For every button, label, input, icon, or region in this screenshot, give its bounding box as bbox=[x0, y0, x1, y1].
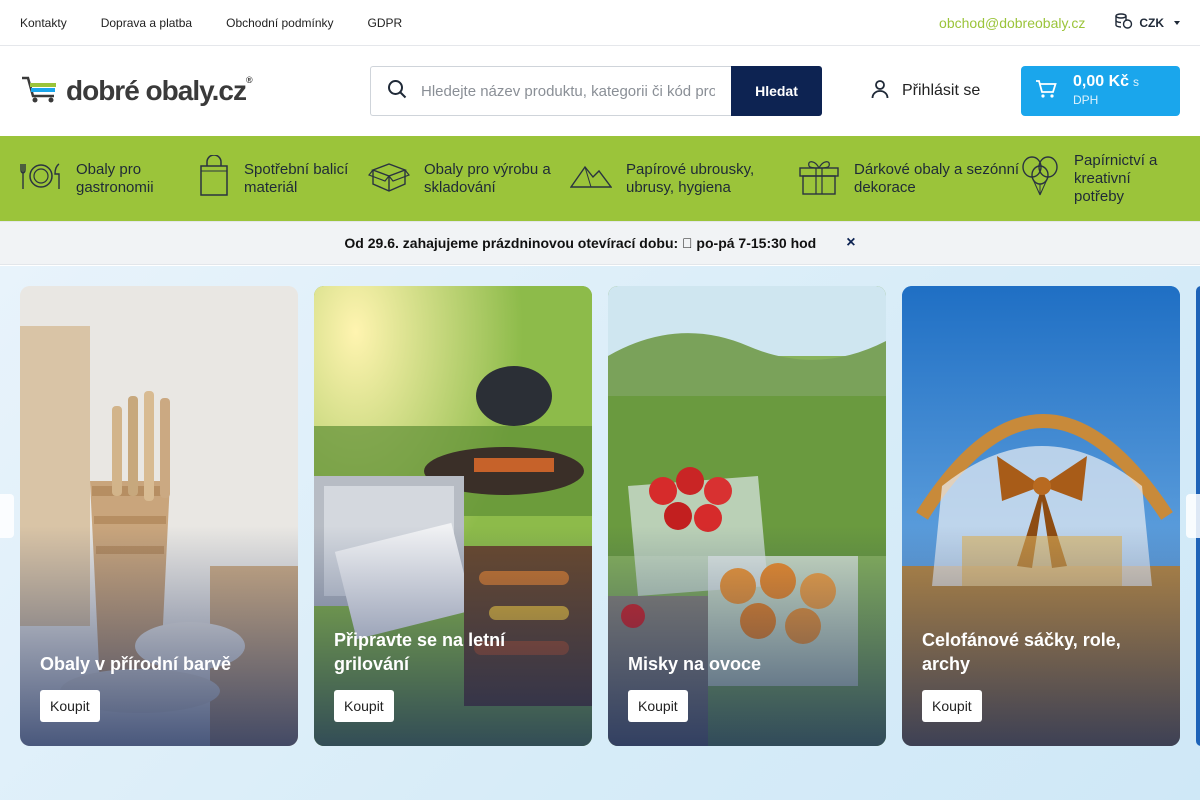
banner-title: Připravte se na letní grilování bbox=[334, 630, 506, 674]
search-box bbox=[370, 66, 731, 116]
currency-selector[interactable]: CZK bbox=[1115, 13, 1180, 32]
chevron-down-icon bbox=[1174, 20, 1180, 25]
bag-icon bbox=[198, 154, 230, 202]
category-label: Obaly pro gastronomii bbox=[76, 160, 154, 196]
balloons-icon bbox=[1020, 155, 1060, 202]
banner-cellophane[interactable]: Celofánové sáčky, role, archy Koupit bbox=[902, 286, 1180, 746]
login-button[interactable]: Přihlásit se bbox=[870, 79, 980, 104]
banner-title: Obaly v přírodní barvě bbox=[40, 654, 232, 674]
category-label: Papírové ubrousky, ubrusy, hygiena bbox=[626, 160, 755, 196]
close-icon[interactable]: × bbox=[846, 234, 855, 252]
category-gastronomy[interactable]: Obaly pro gastronomii bbox=[20, 159, 198, 198]
currency-label: CZK bbox=[1139, 15, 1164, 30]
logo[interactable]: dobré obaly.cz® bbox=[20, 74, 370, 109]
search-icon bbox=[387, 79, 407, 104]
banner-natural-packaging[interactable]: Obaly v přírodní barvě Koupit bbox=[20, 286, 298, 746]
top-links: Kontakty Doprava a platba Obchodní podmí… bbox=[20, 16, 402, 30]
cart-button[interactable]: 0,00 Kč s DPH bbox=[1021, 66, 1180, 116]
gift-icon bbox=[798, 156, 840, 201]
category-napkins-hygiene[interactable]: Papírové ubrousky, ubrusy, hygiena bbox=[569, 160, 798, 197]
category-label: Obaly pro výrobu a skladování bbox=[424, 160, 551, 196]
user-icon bbox=[870, 79, 890, 104]
category-label: Papírnictví a kreativní potřeby bbox=[1074, 151, 1158, 205]
top-bar: Kontakty Doprava a platba Obchodní podmí… bbox=[0, 0, 1200, 46]
contact-email[interactable]: obchod@dobreobaly.cz bbox=[939, 15, 1085, 31]
coins-icon bbox=[1115, 13, 1133, 32]
category-label: Spotřební balicí materiál bbox=[244, 160, 349, 196]
buy-button[interactable]: Koupit bbox=[40, 690, 100, 722]
login-label: Přihlásit se bbox=[902, 82, 981, 99]
carousel-prev-arrow[interactable] bbox=[0, 494, 14, 538]
category-stationery-creative[interactable]: Papírnictví a kreativní potřeby bbox=[1020, 152, 1180, 206]
buy-button[interactable]: Koupit bbox=[334, 690, 394, 722]
category-gift-seasonal[interactable]: Dárkové obaly a sezónní dekorace bbox=[798, 156, 1020, 201]
cart-logo-icon bbox=[20, 74, 60, 109]
carousel-next-arrow[interactable] bbox=[1186, 494, 1200, 538]
search-bar: Hledat bbox=[370, 66, 822, 116]
banner-title: Celofánové sáčky, role, archy bbox=[922, 630, 1121, 674]
banner-title: Misky na ovoce bbox=[628, 654, 762, 674]
banner-fruit-bowls[interactable]: Misky na ovoce Koupit bbox=[608, 286, 886, 746]
notice-text: Od 29.6. zahajujeme prázdninovou otevíra… bbox=[344, 235, 817, 251]
search-input[interactable] bbox=[421, 82, 715, 100]
cart-icon bbox=[1035, 79, 1057, 104]
category-packaging-supplies[interactable]: Spotřební balicí materiál bbox=[198, 154, 368, 202]
logo-text: dobré obaly.cz® bbox=[66, 75, 253, 106]
buy-button[interactable]: Koupit bbox=[922, 690, 982, 722]
hero-carousel: Obaly v přírodní barvě Koupit Připravte … bbox=[0, 266, 1200, 800]
search-button[interactable]: Hledat bbox=[731, 66, 822, 116]
cart-price: 0,00 Kč bbox=[1073, 73, 1130, 90]
plate-cutlery-icon bbox=[20, 159, 62, 198]
category-production-storage[interactable]: Obaly pro výrobu a skladování bbox=[368, 159, 570, 198]
notice-bar: Od 29.6. zahajujeme prázdninovou otevíra… bbox=[0, 221, 1200, 265]
link-shipping-payment[interactable]: Doprava a platba bbox=[101, 16, 192, 30]
link-gdpr[interactable]: GDPR bbox=[368, 16, 403, 30]
napkin-icon bbox=[569, 161, 613, 196]
link-terms[interactable]: Obchodní podmínky bbox=[226, 16, 333, 30]
banner-grilling[interactable]: Připravte se na letní grilování Koupit bbox=[314, 286, 592, 746]
category-nav: Obaly pro gastronomii Spotřební balicí m… bbox=[0, 136, 1200, 221]
buy-button[interactable]: Koupit bbox=[628, 690, 688, 722]
box-icon bbox=[368, 159, 410, 198]
link-contacts[interactable]: Kontakty bbox=[20, 16, 67, 30]
header: dobré obaly.cz® Hledat Přihlásit se 0,00… bbox=[0, 46, 1200, 136]
top-right: obchod@dobreobaly.cz CZK bbox=[939, 13, 1180, 32]
category-label: Dárkové obaly a sezónní dekorace bbox=[854, 160, 1020, 196]
